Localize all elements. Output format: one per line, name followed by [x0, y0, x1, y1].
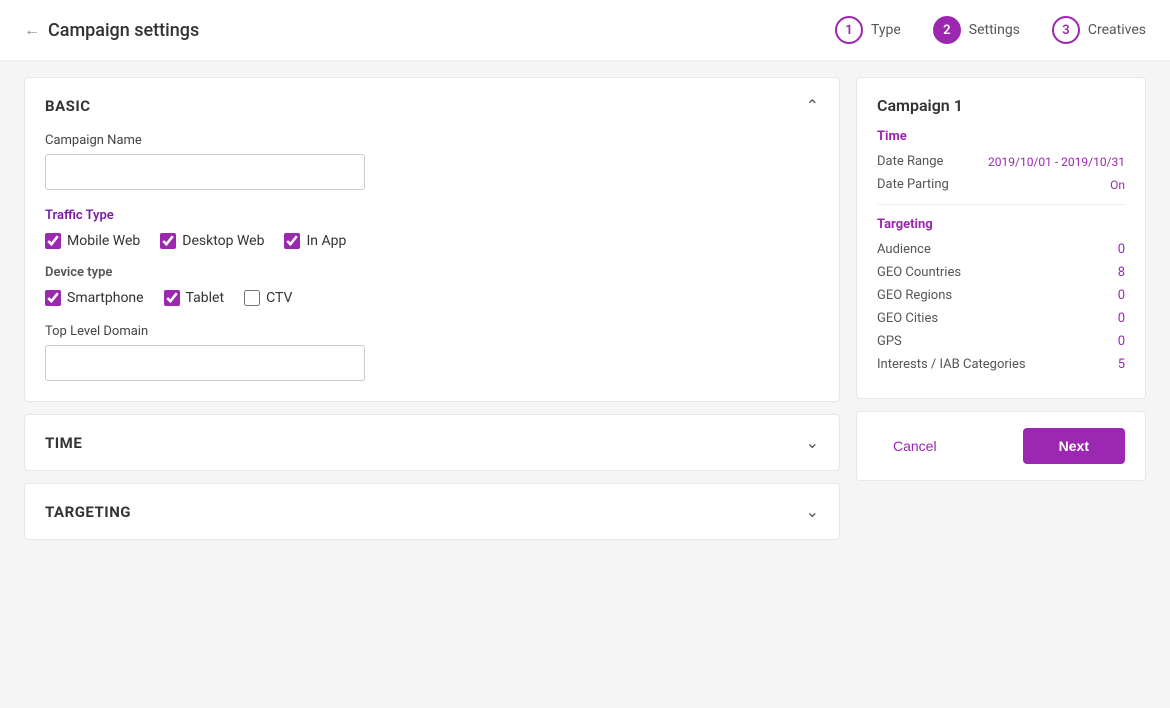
summary-geo-countries-label: GEO Countries — [877, 265, 961, 280]
basic-section-body: Campaign Name Traffic Type Mobile Web De… — [25, 133, 839, 401]
targeting-section-header[interactable]: TARGETING ⌄ — [25, 484, 839, 539]
next-button[interactable]: Next — [1023, 428, 1125, 464]
basic-section-header: BASIC ⌃ — [25, 78, 839, 133]
summary-geo-regions-label: GEO Regions — [877, 288, 952, 303]
summary-iab-value: 5 — [1118, 357, 1125, 372]
step-2-label: Settings — [969, 22, 1020, 38]
header: ← Campaign settings 1 Type 2 Settings 3 … — [0, 0, 1170, 61]
step-3-circle: 3 — [1052, 16, 1080, 44]
step-type[interactable]: 1 Type — [835, 16, 901, 44]
checkbox-smartphone-input[interactable] — [45, 290, 61, 306]
summary-geo-regions-value: 0 — [1118, 288, 1125, 303]
campaign-name-input[interactable] — [45, 154, 365, 190]
step-settings[interactable]: 2 Settings — [933, 16, 1020, 44]
checkbox-tablet[interactable]: Tablet — [164, 290, 224, 306]
checkbox-ctv[interactable]: CTV — [244, 290, 292, 306]
back-button[interactable]: ← — [24, 20, 40, 40]
summary-card: Campaign 1 Time Date Range 2019/10/01 - … — [856, 77, 1146, 399]
checkbox-ctv-label: CTV — [266, 290, 292, 306]
time-collapse-icon[interactable]: ⌄ — [806, 433, 819, 452]
summary-date-parting-value: On — [1110, 178, 1125, 192]
summary-targeting-title: Targeting — [877, 217, 1125, 232]
summary-geo-cities-value: 0 — [1118, 311, 1125, 326]
traffic-type-checkbox-group: Mobile Web Desktop Web In App — [45, 233, 819, 249]
summary-audience-label: Audience — [877, 242, 931, 257]
checkbox-smartphone[interactable]: Smartphone — [45, 290, 144, 306]
basic-collapse-icon[interactable]: ⌃ — [806, 96, 819, 115]
campaign-name-label: Campaign Name — [45, 133, 819, 148]
step-2-circle: 2 — [933, 16, 961, 44]
checkbox-desktop-web-input[interactable] — [160, 233, 176, 249]
step-1-label: Type — [871, 22, 901, 38]
right-panel: Campaign 1 Time Date Range 2019/10/01 - … — [856, 77, 1146, 688]
step-3-label: Creatives — [1088, 22, 1146, 38]
cancel-button[interactable]: Cancel — [877, 430, 953, 462]
summary-campaign-name: Campaign 1 — [877, 96, 1125, 115]
summary-audience-row: Audience 0 — [877, 242, 1125, 257]
summary-geo-regions-row: GEO Regions 0 — [877, 288, 1125, 303]
time-section-header[interactable]: TIME ⌄ — [25, 415, 839, 470]
header-left: ← Campaign settings — [24, 20, 199, 41]
stepper: 1 Type 2 Settings 3 Creatives — [835, 16, 1146, 44]
page-title: Campaign settings — [48, 20, 199, 41]
summary-date-parting-label: Date Parting — [877, 177, 949, 192]
checkbox-in-app-input[interactable] — [284, 233, 300, 249]
checkbox-mobile-web-input[interactable] — [45, 233, 61, 249]
targeting-section-card: TARGETING ⌄ — [24, 483, 840, 540]
summary-geo-countries-row: GEO Countries 8 — [877, 265, 1125, 280]
main-layout: BASIC ⌃ Campaign Name Traffic Type Mobil… — [0, 61, 1170, 704]
checkbox-ctv-input[interactable] — [244, 290, 260, 306]
summary-date-range-row: Date Range 2019/10/01 - 2019/10/31 — [877, 154, 1125, 169]
summary-gps-row: GPS 0 — [877, 334, 1125, 349]
checkbox-mobile-web[interactable]: Mobile Web — [45, 233, 140, 249]
top-level-domain-label: Top Level Domain — [45, 324, 819, 339]
time-section-card: TIME ⌄ — [24, 414, 840, 471]
checkbox-in-app[interactable]: In App — [284, 233, 346, 249]
left-panel: BASIC ⌃ Campaign Name Traffic Type Mobil… — [24, 77, 840, 688]
checkbox-smartphone-label: Smartphone — [67, 290, 144, 306]
checkbox-tablet-input[interactable] — [164, 290, 180, 306]
summary-date-range-value: 2019/10/01 - 2019/10/31 — [988, 155, 1125, 169]
summary-iab-label: Interests / IAB Categories — [877, 357, 1026, 372]
basic-section-title: BASIC — [45, 97, 91, 115]
device-type-label: Device type — [45, 265, 819, 280]
summary-audience-value: 0 — [1118, 242, 1125, 257]
summary-time-title: Time — [877, 129, 1125, 144]
summary-geo-cities-row: GEO Cities 0 — [877, 311, 1125, 326]
targeting-section-title: TARGETING — [45, 503, 131, 521]
time-section-title: TIME — [45, 434, 82, 452]
checkbox-desktop-web[interactable]: Desktop Web — [160, 233, 264, 249]
summary-gps-label: GPS — [877, 334, 902, 349]
summary-geo-countries-value: 8 — [1118, 265, 1125, 280]
checkbox-in-app-label: In App — [306, 233, 346, 249]
summary-date-range-label: Date Range — [877, 154, 943, 169]
summary-date-parting-row: Date Parting On — [877, 177, 1125, 192]
checkbox-desktop-web-label: Desktop Web — [182, 233, 264, 249]
step-creatives[interactable]: 3 Creatives — [1052, 16, 1146, 44]
summary-gps-value: 0 — [1118, 334, 1125, 349]
device-type-checkbox-group: Smartphone Tablet CTV — [45, 290, 819, 306]
traffic-type-label: Traffic Type — [45, 208, 819, 223]
summary-divider — [877, 204, 1125, 205]
top-level-domain-input[interactable] — [45, 345, 365, 381]
checkbox-mobile-web-label: Mobile Web — [67, 233, 140, 249]
targeting-collapse-icon[interactable]: ⌄ — [806, 502, 819, 521]
action-card: Cancel Next — [856, 411, 1146, 481]
summary-geo-cities-label: GEO Cities — [877, 311, 938, 326]
summary-iab-row: Interests / IAB Categories 5 — [877, 357, 1125, 372]
checkbox-tablet-label: Tablet — [186, 290, 224, 306]
step-1-circle: 1 — [835, 16, 863, 44]
basic-section-card: BASIC ⌃ Campaign Name Traffic Type Mobil… — [24, 77, 840, 402]
